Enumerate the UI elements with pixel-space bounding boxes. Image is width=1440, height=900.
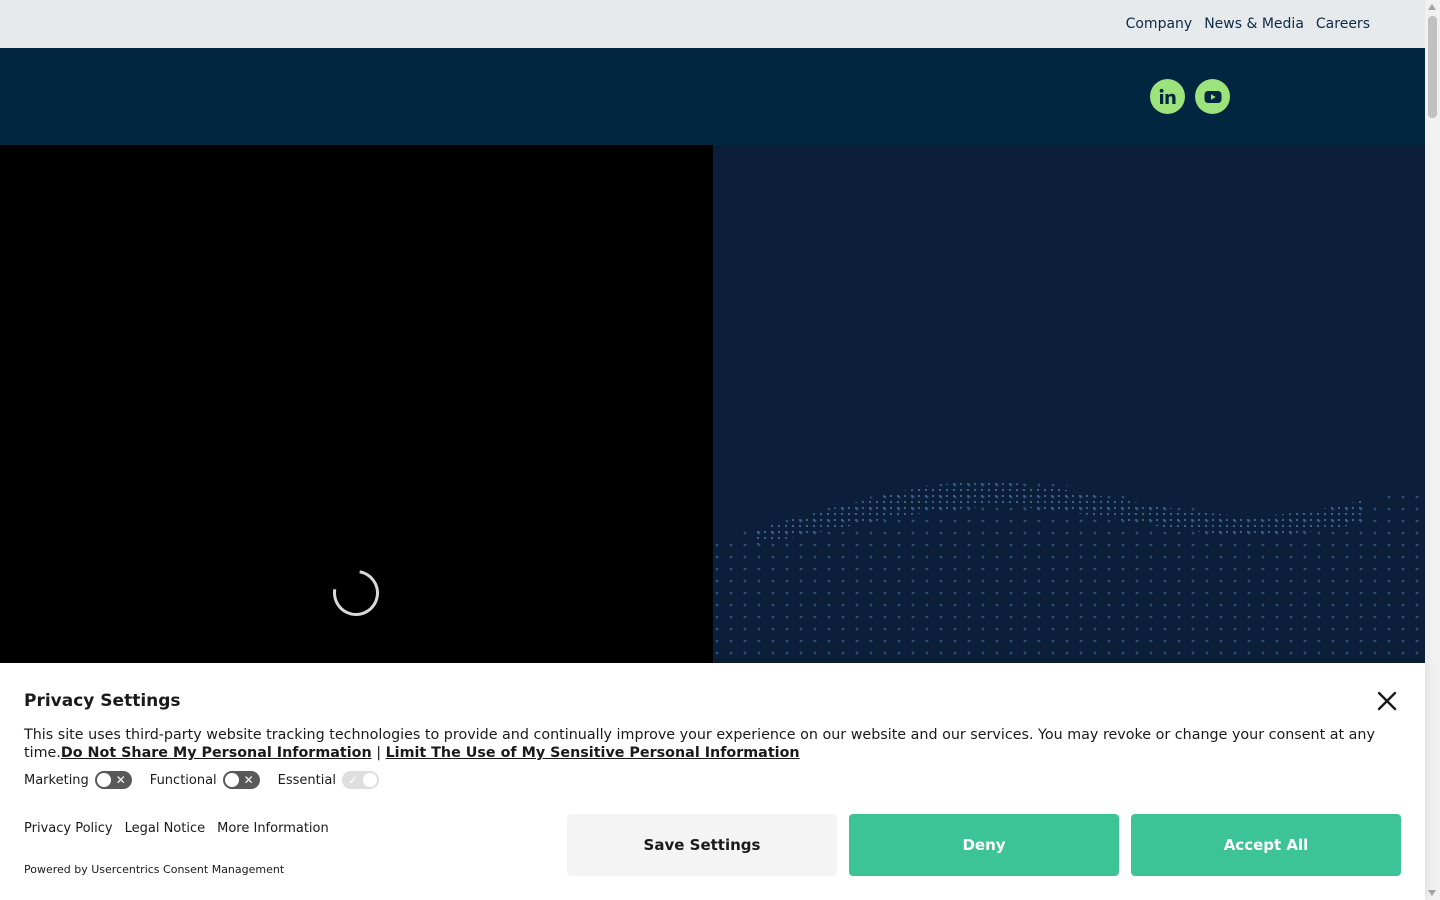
youtube-icon [1204,90,1221,103]
x-icon: ✕ [243,773,254,787]
loading-spinner-icon [323,560,389,626]
check-icon: ✓ [347,773,359,787]
close-icon [1377,691,1397,711]
privacy-policy-link[interactable]: Privacy Policy [24,821,113,836]
consent-toggles: Marketing ✕ Functional ✕ Essential ✓ [24,771,397,789]
privacy-banner-title: Privacy Settings [24,691,181,711]
close-banner-button[interactable] [1375,689,1399,713]
privacy-description: This site uses third-party website track… [24,726,1394,762]
functional-toggle[interactable]: ✕ [222,771,260,789]
nav-link-company[interactable]: Company [1126,16,1193,32]
nav-link-news-media[interactable]: News & Media [1204,16,1304,32]
privacy-footer-links: Privacy Policy Legal Notice More Informa… [24,821,329,836]
powered-by-text: Powered by Usercentrics Consent Manageme… [24,863,285,876]
marketing-toggle[interactable]: ✕ [94,771,132,789]
do-not-share-link[interactable]: Do Not Share My Personal Information [61,745,372,761]
linkedin-link[interactable] [1150,79,1185,114]
scroll-thumb[interactable] [1428,16,1437,118]
toggle-knob [224,773,239,787]
accept-all-button[interactable]: Accept All [1131,814,1401,876]
limit-use-link[interactable]: Limit The Use of My Sensitive Personal I… [386,745,800,761]
site-header [0,48,1425,145]
toggle-knob [362,773,377,787]
video-player[interactable] [0,145,713,665]
functional-label: Functional [149,772,217,788]
scroll-down-arrow-icon[interactable] [1428,890,1436,896]
essential-toggle: ✓ [341,771,379,789]
essential-label: Essential [277,772,336,788]
page-scrollbar[interactable] [1425,0,1440,900]
x-icon: ✕ [115,773,126,787]
hero-image [713,145,1425,665]
scroll-up-arrow-icon[interactable] [1428,4,1436,10]
more-information-link[interactable]: More Information [217,821,329,836]
toggle-group-marketing: Marketing ✕ [24,771,132,789]
privacy-settings-banner: Privacy Settings This site uses third-pa… [0,663,1425,900]
top-nav: Company News & Media Careers [1126,0,1370,48]
nav-link-careers[interactable]: Careers [1316,16,1370,32]
toggle-group-essential: Essential ✓ [278,771,379,789]
top-utility-bar: Company News & Media Careers [0,0,1425,48]
marketing-label: Marketing [24,772,89,788]
linkedin-icon [1159,88,1175,104]
legal-notice-link[interactable]: Legal Notice [125,821,206,836]
toggle-knob [96,773,111,787]
save-settings-button[interactable]: Save Settings [567,814,837,876]
particle-wave-graphic [713,395,1425,665]
toggle-group-functional: Functional ✕ [150,771,260,789]
link-separator: | [376,745,382,761]
youtube-link[interactable] [1195,79,1230,114]
deny-button[interactable]: Deny [849,814,1119,876]
